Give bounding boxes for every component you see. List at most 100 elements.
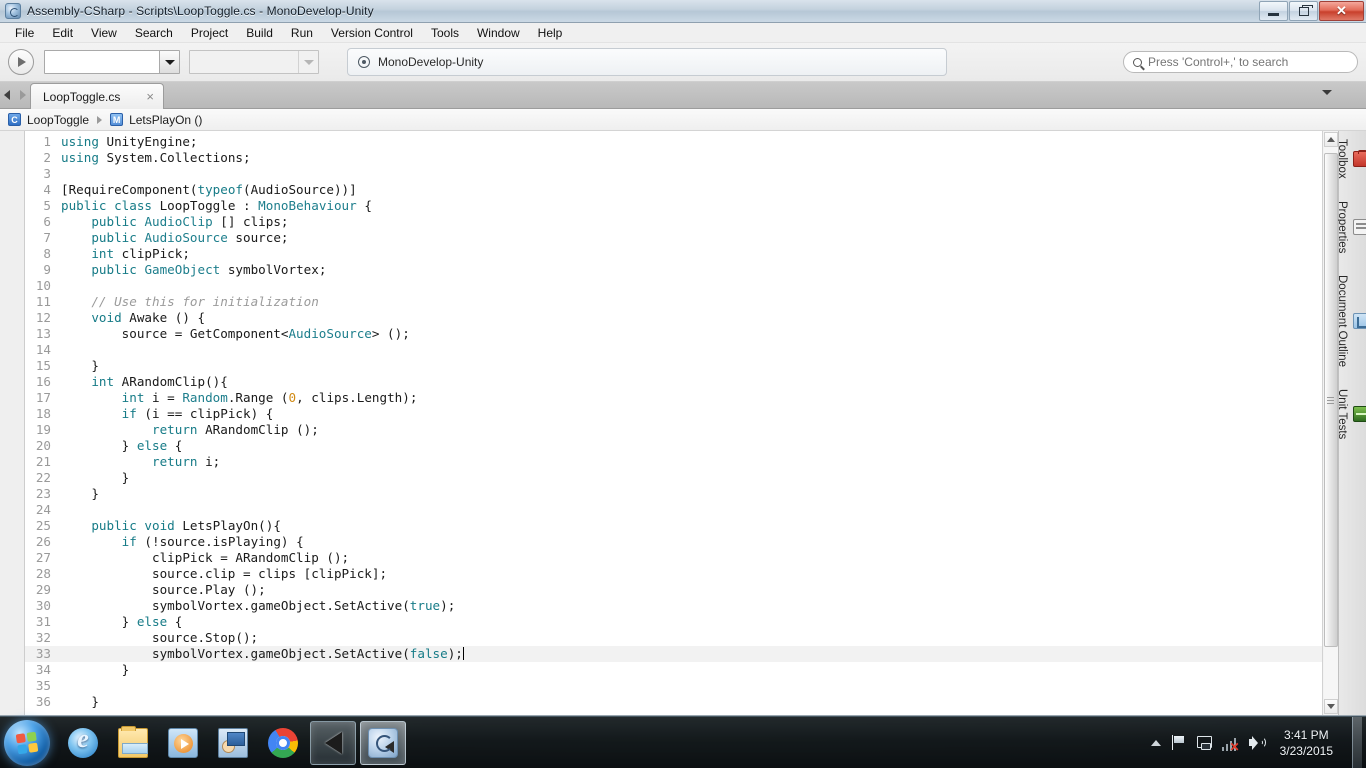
minimize-button[interactable] [1259,1,1288,21]
code-line[interactable]: 8 int clipPick; [25,246,1322,262]
code-line[interactable]: 21 return i; [25,454,1322,470]
code-line[interactable]: 7 public AudioSource source; [25,230,1322,246]
fold-margin[interactable] [0,131,25,715]
close-icon[interactable]: × [146,89,154,104]
menu-file[interactable]: File [6,24,43,42]
action-center-icon[interactable] [1170,734,1187,751]
pad-document-outline[interactable]: Document Outline [1336,271,1366,371]
code-line[interactable]: 36 } [25,694,1322,710]
code-line[interactable]: 31 } else { [25,614,1322,630]
line-number: 1 [43,134,51,149]
scroll-down-icon[interactable] [1323,699,1338,714]
network-monitor-icon[interactable] [1196,734,1213,751]
code-line[interactable]: 24 [25,502,1322,518]
code-line[interactable]: 9 public GameObject symbolVortex; [25,262,1322,278]
code-line[interactable]: 12 void Awake () { [25,310,1322,326]
code-line[interactable]: 14 [25,342,1322,358]
editor-vertical-scrollbar[interactable] [1322,131,1338,715]
line-number: 5 [43,198,51,213]
source-editor[interactable]: 1 using UnityEngine; 2 using System.Collect… [0,131,1322,715]
breadcrumb-member[interactable]: LetsPlayOn () [129,113,202,127]
menu-window[interactable]: Window [468,24,529,42]
menu-version-control[interactable]: Version Control [322,24,422,42]
code-line[interactable]: 20 } else { [25,438,1322,454]
code-line[interactable]: 23 } [25,486,1322,502]
code-line[interactable]: 1 using UnityEngine; [25,134,1322,150]
search-box[interactable] [1123,51,1358,73]
menu-run[interactable]: Run [282,24,322,42]
line-number: 27 [35,550,51,565]
scrollbar-thumb[interactable] [1323,153,1338,647]
code-line[interactable]: 33 symbolVortex.gameObject.SetActive(fal… [25,646,1322,662]
line-number: 23 [35,486,51,501]
breadcrumb-class[interactable]: LoopToggle [27,113,89,127]
code-line[interactable]: 18 if (i == clipPick) { [25,406,1322,422]
volume-icon[interactable] [1248,734,1266,751]
code-text: if (i == clipPick) { [121,406,274,421]
code-line[interactable]: 3 [25,166,1322,182]
code-line[interactable]: 22 } [25,470,1322,486]
menu-build[interactable]: Build [237,24,282,42]
network-disconnected-icon[interactable]: ✕ [1221,737,1240,753]
code-line[interactable]: 25 public void LetsPlayOn(){ [25,518,1322,534]
tab-label: LoopToggle.cs [43,89,121,104]
taskbar-item-chrome[interactable] [260,721,306,765]
code-line[interactable]: 15 } [25,358,1322,374]
code-line[interactable]: 35 [25,678,1322,694]
taskbar-item-internet-explorer[interactable] [60,721,106,765]
code-line[interactable]: 4 [RequireComponent(typeof(AudioSource))] [25,182,1322,198]
pad-properties[interactable]: Properties [1336,197,1366,257]
code-line[interactable]: 5 public class LoopToggle : MonoBehaviour… [25,198,1322,214]
code-line[interactable]: 10 [25,278,1322,294]
code-line[interactable]: 17 int i = Random.Range (0, clips.Length… [25,390,1322,406]
code-line[interactable]: 27 clipPick = ARandomClip (); [25,550,1322,566]
code-line[interactable]: 30 symbolVortex.gameObject.SetActive(tru… [25,598,1322,614]
folder-icon [118,725,148,758]
code-line[interactable]: 32 source.Stop(); [25,630,1322,646]
run-button[interactable] [8,49,34,75]
taskbar-item-remote-desktop[interactable] [210,721,256,765]
menu-tools[interactable]: Tools [422,24,468,42]
show-hidden-icons-icon[interactable] [1150,739,1161,746]
taskbar-item-windows-explorer[interactable] [110,721,156,765]
menu-help[interactable]: Help [529,24,572,42]
close-button[interactable]: ✕ [1319,1,1364,21]
pad-unit-tests[interactable]: Unit Tests [1336,385,1366,443]
nav-forward-icon[interactable] [20,89,26,100]
code-line[interactable]: 16 int ARandomClip(){ [25,374,1322,390]
configuration-combo[interactable] [44,50,180,74]
code-line[interactable]: 2 using System.Collections; [25,150,1322,166]
line-number: 16 [35,374,51,389]
clock[interactable]: 3:41 PM 3/23/2015 [1274,727,1339,759]
code-line[interactable]: 11 // Use this for initialization [25,294,1322,310]
taskbar-item-unity[interactable] [310,720,356,765]
code-line[interactable]: 26 if (!source.isPlaying) { [25,534,1322,550]
tab-looptoggle-cs[interactable]: LoopToggle.cs × [30,83,164,109]
start-button[interactable] [4,719,50,766]
scrollbar-track[interactable] [1323,147,1338,699]
taskbar-item-monodevelop[interactable] [360,720,406,765]
chevron-down-icon [159,51,179,73]
menu-project[interactable]: Project [182,24,237,42]
code-line[interactable]: 29 source.Play (); [25,582,1322,598]
taskbar-item-media-player[interactable] [160,721,206,765]
code-line[interactable]: 13 source = GetComponent<AudioSource> ()… [25,326,1322,342]
code-line[interactable]: 6 public AudioClip [] clips; [25,214,1322,230]
pad-toolbox[interactable]: Toolbox [1336,135,1366,183]
code-lines[interactable]: 1 using UnityEngine; 2 using System.Collect… [25,131,1322,715]
nav-back-icon[interactable] [4,89,10,100]
code-text: public class LoopToggle : MonoBehaviour … [61,198,372,213]
code-line[interactable]: 19 return ARandomClip (); [25,422,1322,438]
search-input[interactable] [1148,55,1348,69]
chevron-down-icon[interactable] [1322,90,1332,95]
status-panel[interactable]: MonoDevelop-Unity [347,48,947,76]
code-line[interactable]: 34 } [25,662,1322,678]
maximize-button[interactable] [1289,1,1318,21]
pad-label: Unit Tests [1336,389,1348,440]
menu-view[interactable]: View [82,24,126,42]
menu-search[interactable]: Search [126,24,182,42]
show-desktop-button[interactable] [1352,716,1362,768]
code-line[interactable]: 28 source.clip = clips [clipPick]; [25,566,1322,582]
menu-edit[interactable]: Edit [43,24,82,42]
target-combo[interactable] [189,50,319,74]
